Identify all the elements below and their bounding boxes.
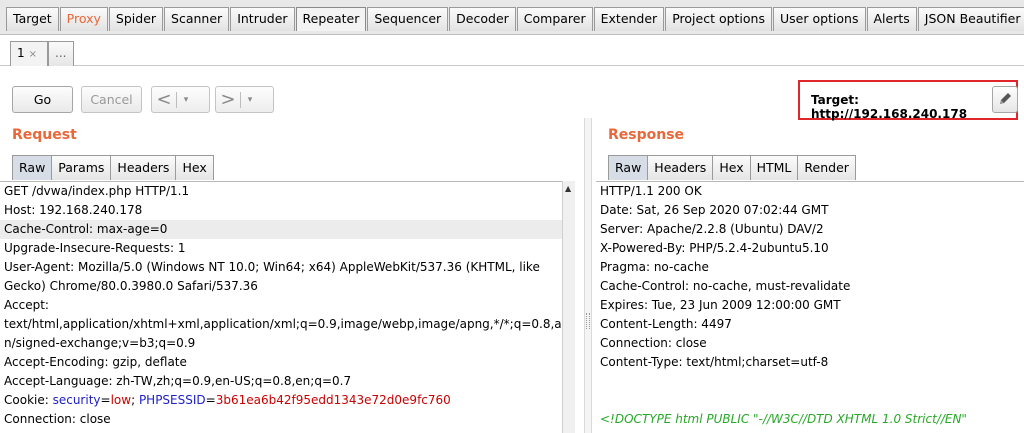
tab-decoder[interactable]: Decoder	[449, 7, 516, 31]
tab-json-beautifier[interactable]: JSON Beautifier	[917, 7, 1024, 31]
tab-project-options[interactable]: Project options	[665, 7, 772, 31]
target-box: Target: http://192.168.240.178	[798, 80, 1018, 121]
request-title: Request	[12, 127, 77, 143]
repeater-tab-1[interactable]: 1 ×	[10, 41, 48, 66]
split-pane-divider[interactable]	[584, 118, 592, 433]
response-doctype-line: <!DOCTYPE html PUBLIC "-//W3C//DTD XHTML…	[600, 412, 967, 426]
tab-scanner[interactable]: Scanner	[164, 7, 230, 31]
request-line: GET /dvwa/index.php HTTP/1.1	[4, 184, 190, 198]
response-tab-html[interactable]: HTML	[749, 155, 799, 180]
tab-sequencer[interactable]: Sequencer	[367, 7, 449, 31]
main-tabs: Target Proxy Spider Scanner Intruder Rep…	[6, 7, 1024, 31]
request-line: Gecko) Chrome/80.0.3980.0 Safari/537.36	[4, 279, 258, 293]
response-viewer[interactable]: HTTP/1.1 200 OK Date: Sat, 26 Sep 2020 0…	[596, 181, 1024, 433]
cookie-value: 3b61ea6b42f95edd1343e72d0e9fc760	[215, 393, 451, 407]
request-scrollbar[interactable]: ▲	[562, 181, 575, 433]
drag-handle-icon	[586, 313, 590, 329]
request-line: Connection: close	[4, 412, 111, 426]
cookie-value: low	[110, 393, 132, 407]
repeater-tab-label: 1	[17, 46, 25, 60]
chevron-right-icon: >	[220, 89, 236, 110]
request-tab-headers[interactable]: Headers	[110, 155, 177, 180]
response-line: Expires: Tue, 23 Jun 2009 12:00:00 GMT	[600, 298, 841, 312]
tab-intruder[interactable]: Intruder	[230, 7, 295, 31]
new-tab-button[interactable]: ...	[48, 41, 74, 66]
dropdown-arrow-icon[interactable]: ▾	[177, 95, 195, 105]
response-line: Cache-Control: no-cache, must-revalidate	[600, 279, 851, 293]
response-tab-render[interactable]: Render	[797, 155, 856, 180]
request-line: Accept:	[4, 298, 49, 312]
response-line: Server: Apache/2.2.8 (Ubuntu) DAV/2	[600, 222, 824, 236]
request-line: Host: 192.168.240.178	[4, 203, 143, 217]
request-tabs: Raw Params Headers Hex	[12, 155, 214, 180]
forward-button[interactable]: > ▾	[215, 86, 274, 113]
tab-user-options[interactable]: User options	[772, 7, 866, 31]
cancel-button[interactable]: Cancel	[81, 86, 142, 113]
request-line: n/signed-exchange;v=b3;q=0.9	[4, 336, 196, 350]
response-line: Content-Length: 4497	[600, 317, 732, 331]
request-tab-params[interactable]: Params	[51, 155, 112, 180]
response-line: Pragma: no-cache	[600, 260, 709, 274]
tab-target[interactable]: Target	[6, 7, 59, 31]
response-tab-headers[interactable]: Headers	[647, 155, 714, 180]
cookie-separator: ;	[131, 393, 139, 407]
pencil-icon	[1000, 93, 1011, 104]
request-tab-hex[interactable]: Hex	[175, 155, 214, 180]
edit-target-button[interactable]	[992, 86, 1018, 113]
response-line: Date: Sat, 26 Sep 2020 07:02:44 GMT	[600, 203, 829, 217]
tab-repeater[interactable]: Repeater	[295, 7, 367, 31]
tab-spider[interactable]: Spider	[108, 7, 164, 31]
response-tab-raw[interactable]: Raw	[608, 155, 649, 180]
cookie-key: PHPSESSID	[138, 393, 206, 407]
request-line: User-Agent: Mozilla/5.0 (Windows NT 10.0…	[4, 260, 540, 274]
request-cookie-line: Cookie: security=low; PHPSESSID=3b61ea6b…	[0, 391, 562, 410]
response-line: Content-Type: text/html;charset=utf-8	[600, 355, 829, 369]
response-tab-hex[interactable]: Hex	[712, 155, 751, 180]
cookie-equals: =	[205, 393, 216, 407]
repeater-sub-tab-bar: 1 × ...	[0, 35, 1024, 66]
back-button[interactable]: < ▾	[151, 86, 210, 113]
target-label: Target: http://192.168.240.178	[811, 93, 968, 121]
response-line: HTTP/1.1 200 OK	[600, 184, 702, 198]
response-line: Connection: close	[600, 336, 707, 350]
request-line: Cache-Control: max-age=0	[0, 220, 562, 239]
go-button[interactable]: Go	[12, 86, 73, 113]
request-line: Upgrade-Insecure-Requests: 1	[4, 241, 186, 255]
cookie-prefix: Cookie:	[4, 393, 53, 407]
chevron-left-icon: <	[156, 89, 172, 110]
request-editor[interactable]: GET /dvwa/index.php HTTP/1.1 Host: 192.1…	[0, 181, 562, 433]
main-tab-bar: Target Proxy Spider Scanner Intruder Rep…	[0, 0, 1024, 35]
tab-alerts[interactable]: Alerts	[866, 7, 917, 31]
response-title: Response	[608, 127, 685, 143]
request-line: Accept-Encoding: gzip, deflate	[4, 355, 187, 369]
request-line: text/html,application/xhtml+xml,applicat…	[4, 317, 562, 331]
close-icon[interactable]: ×	[29, 49, 37, 60]
request-line: Accept-Language: zh-TW,zh;q=0.9,en-US;q=…	[4, 374, 352, 388]
response-line: X-Powered-By: PHP/5.2.4-2ubuntu5.10	[600, 241, 829, 255]
cookie-key: security	[52, 393, 101, 407]
tab-comparer[interactable]: Comparer	[516, 7, 593, 31]
scroll-up-arrow-icon[interactable]: ▲	[565, 184, 571, 193]
tab-proxy[interactable]: Proxy	[59, 7, 108, 31]
dropdown-arrow-icon[interactable]: ▾	[241, 95, 259, 105]
response-tabs: Raw Headers Hex HTML Render	[608, 155, 856, 180]
request-tab-raw[interactable]: Raw	[12, 155, 53, 180]
cookie-equals: =	[100, 393, 111, 407]
tab-extender[interactable]: Extender	[593, 7, 665, 31]
